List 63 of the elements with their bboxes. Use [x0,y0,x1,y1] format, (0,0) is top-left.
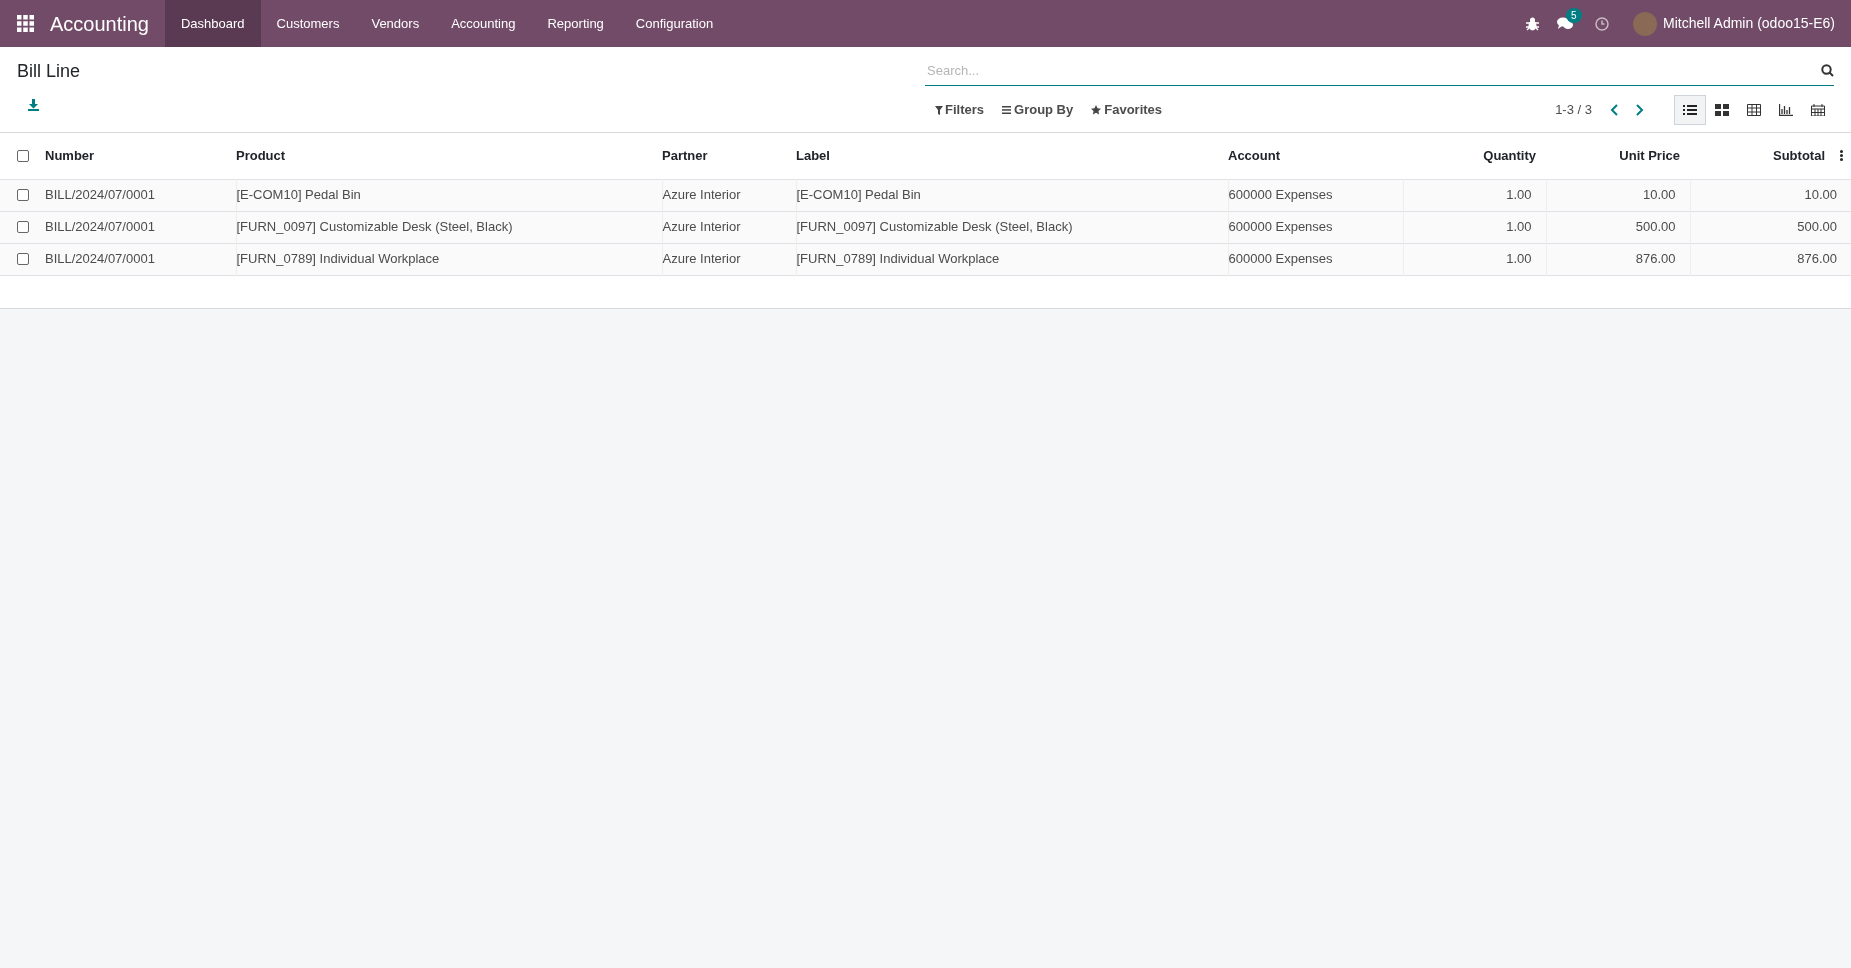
more-options-icon[interactable] [1840,150,1843,161]
column-header[interactable]: Product [236,148,286,163]
column-header[interactable]: Quantity [1483,148,1536,163]
bug-icon[interactable] [1526,16,1539,31]
table-cell: 876.00 [1635,251,1676,267]
pager-count: 1-3 / 3 [1555,101,1592,120]
table-cell: 600000 Expenses [1228,219,1333,235]
search-icon[interactable] [1821,64,1834,77]
table-cell: BILL/2024/07/0001 [45,187,155,203]
previous-icon[interactable] [1610,104,1618,116]
table-cell: [E-COM10] Pedal Bin [796,187,921,203]
download-icon[interactable] [28,99,39,111]
list-icon [1002,106,1011,114]
column-header[interactable]: Unit Price [1619,148,1680,163]
next-icon[interactable] [1636,104,1644,116]
column-header[interactable]: Subtotal [1773,148,1825,163]
table-cell: Azure Interior [662,251,741,267]
star-icon [1091,105,1102,115]
table-cell: [FURN_0789] Individual Workplace [796,251,1000,267]
table-cell: 500.00 [1797,219,1837,235]
table-cell: 1.00 [1506,187,1532,203]
pivot-icon [1747,104,1761,116]
row-checkbox[interactable] [17,189,29,201]
table-cell: 876.00 [1797,251,1837,267]
filter-icon [935,105,943,115]
table-cell: Azure Interior [662,187,741,203]
list-icon [1683,104,1697,116]
table-cell: 10.00 [1804,187,1837,203]
table-cell: 1.00 [1506,219,1532,235]
list-view-button[interactable] [1674,95,1706,125]
table-cell: [FURN_0789] Individual Workplace [236,251,440,267]
menu-item[interactable]: Dashboard [164,0,261,47]
table-cell: 10.00 [1642,187,1676,203]
table-cell: [FURN_0097] Customizable Desk (Steel, Black) [236,219,513,235]
clock-icon[interactable] [1595,16,1609,31]
calendar-icon [1811,104,1825,116]
kanban-icon [1715,104,1729,116]
search-field[interactable]: Search... [925,56,1834,86]
graph-icon [1779,104,1793,116]
table-cell: 1.00 [1506,251,1532,267]
user-name[interactable]: Mitchell Admin (odoo15-E6) [1663,13,1835,34]
row-checkbox[interactable] [17,253,29,265]
row-checkbox[interactable] [17,221,29,233]
select-all-checkbox[interactable] [17,149,29,162]
column-header[interactable]: Partner [662,148,708,163]
column-header[interactable]: Account [1228,148,1280,163]
table-cell: BILL/2024/07/0001 [45,251,155,267]
filter-button[interactable]: Group By [1002,100,1074,120]
app-menu-icon[interactable] [17,15,34,32]
table-cell: [E-COM10] Pedal Bin [236,187,361,203]
table-cell: Azure Interior [662,219,741,235]
table-cell: 600000 Expenses [1228,187,1333,203]
table-cell: BILL/2024/07/0001 [45,219,155,235]
page-title: Bill Line [17,60,82,83]
filter-button[interactable]: Favorites [1091,100,1163,120]
column-header[interactable]: Number [45,148,95,163]
app-title[interactable]: Accounting [50,8,149,39]
table-cell: 600000 Expenses [1228,251,1333,267]
column-header[interactable]: Label [796,148,830,163]
message-count-badge: 5 [1566,7,1582,23]
table-cell: [FURN_0097] Customizable Desk (Steel, Black) [796,219,1073,235]
table-cell: 500.00 [1635,219,1676,235]
filter-button[interactable]: Filters [935,100,984,120]
